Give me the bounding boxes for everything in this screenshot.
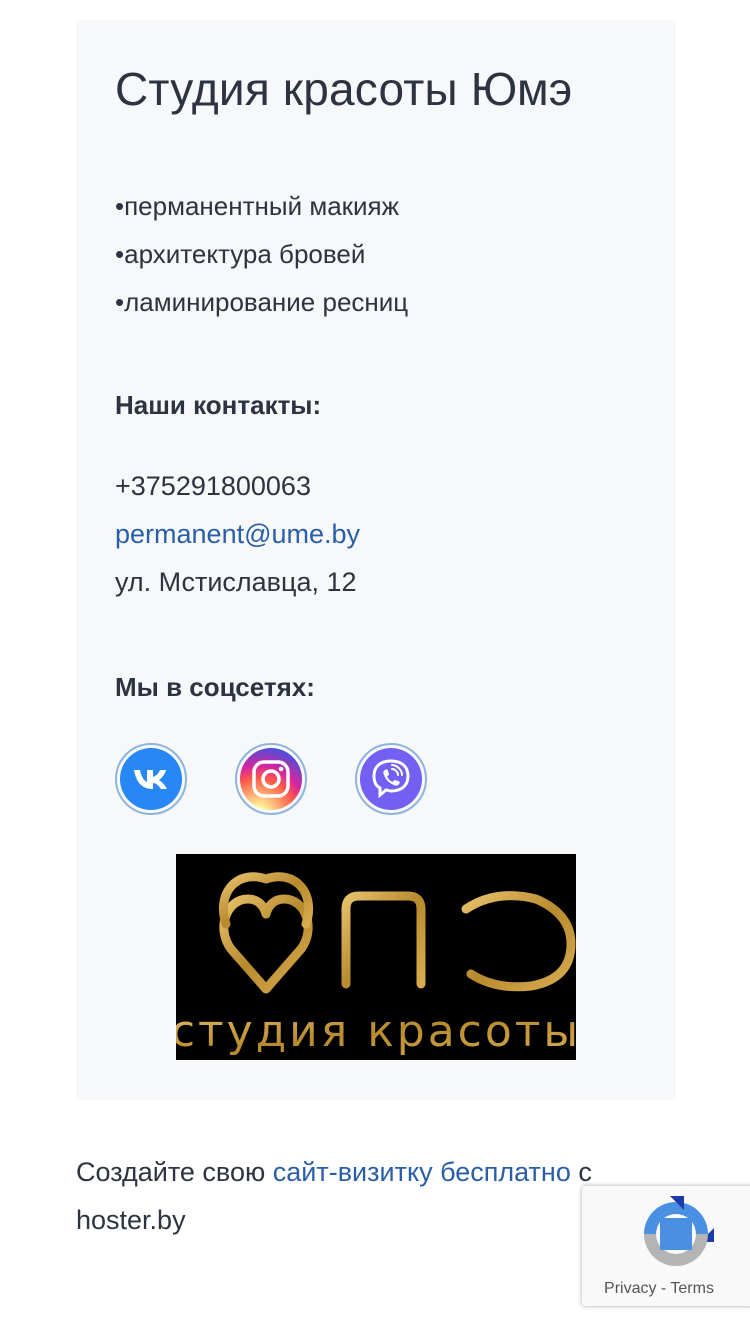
vk-button[interactable] xyxy=(115,743,187,815)
recaptcha-badge[interactable]: Privacy - Terms xyxy=(582,1186,750,1306)
service-item: •архитектура бровей xyxy=(115,239,366,269)
viber-button[interactable] xyxy=(355,743,427,815)
viber-icon xyxy=(360,748,422,810)
page: Студия красоты Юмэ •перманентный макияж … xyxy=(0,0,750,1334)
services-list: •перманентный макияж •архитектура бровей… xyxy=(115,182,408,326)
privacy-link[interactable]: Privacy xyxy=(604,1280,656,1297)
address-text: ул. Мстиславца, 12 xyxy=(115,567,357,597)
recaptcha-links: Privacy - Terms xyxy=(604,1280,714,1297)
contacts-heading: Наши контакты: xyxy=(115,390,322,420)
instagram-button[interactable] xyxy=(235,743,307,815)
recaptcha-icon xyxy=(644,1196,714,1266)
page-title: Студия красоты Юмэ xyxy=(115,63,573,115)
instagram-icon xyxy=(240,748,302,810)
logo-subtitle: студия красоты xyxy=(176,1006,576,1057)
email-link[interactable]: permanent@ume.by xyxy=(115,519,360,549)
free-site-link[interactable]: сайт-визитку бесплатно xyxy=(273,1157,571,1187)
social-heading: Мы в соцсетях: xyxy=(115,672,315,702)
social-links xyxy=(115,743,427,815)
contacts-block: +375291800063 permanent@ume.by ул. Мстис… xyxy=(115,462,360,606)
vk-icon xyxy=(120,748,182,810)
service-item: •ламинирование ресниц xyxy=(115,287,409,317)
phone-number[interactable]: +375291800063 xyxy=(115,462,360,510)
studio-logo: студия красоты xyxy=(176,854,576,1060)
footer-promo: Создайте свою сайт-визитку бесплатно с h… xyxy=(76,1157,592,1235)
service-item: •перманентный макияж xyxy=(115,191,400,221)
terms-link[interactable]: Terms xyxy=(670,1280,714,1297)
